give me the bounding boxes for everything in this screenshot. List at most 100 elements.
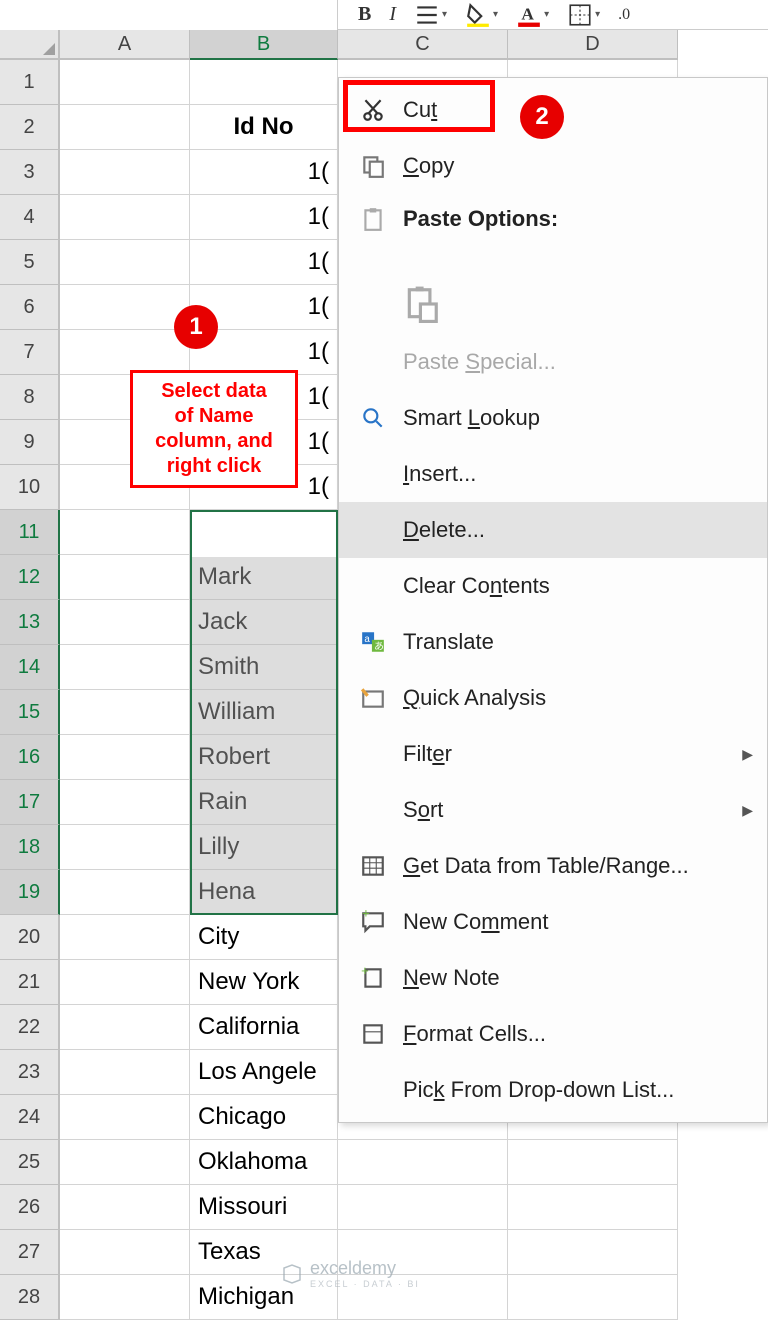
row-header-5[interactable]: 5 <box>0 240 60 285</box>
row-header-16[interactable]: 16 <box>0 735 60 780</box>
cell-A3[interactable] <box>60 150 190 195</box>
cell-B17[interactable]: Rain <box>190 780 338 825</box>
cell-A5[interactable] <box>60 240 190 285</box>
cell-A25[interactable] <box>60 1140 190 1185</box>
row-header-24[interactable]: 24 <box>0 1095 60 1140</box>
cell-B11[interactable]: Name <box>190 510 338 555</box>
row-header-25[interactable]: 25 <box>0 1140 60 1185</box>
cell-B14[interactable]: Smith <box>190 645 338 690</box>
cell-A18[interactable] <box>60 825 190 870</box>
decimals-button[interactable]: .0 <box>618 6 630 24</box>
row-header-6[interactable]: 6 <box>0 285 60 330</box>
cell-A7[interactable] <box>60 330 190 375</box>
menu-delete[interactable]: Delete... <box>339 502 767 558</box>
menu-quick-analysis[interactable]: Quick Analysis <box>339 670 767 726</box>
cell-A14[interactable] <box>60 645 190 690</box>
menu-insert[interactable]: Insert... <box>339 446 767 502</box>
column-header-D[interactable]: D <box>508 30 678 60</box>
menu-copy[interactable]: Copy <box>339 138 767 194</box>
menu-format-cells[interactable]: Format Cells... <box>339 1006 767 1062</box>
cell-B24[interactable]: Chicago <box>190 1095 338 1140</box>
cell-C25[interactable] <box>338 1140 508 1185</box>
menu-pick-from-list[interactable]: Pick From Drop-down List... <box>339 1062 767 1118</box>
cell-A19[interactable] <box>60 870 190 915</box>
row-header-10[interactable]: 10 <box>0 465 60 510</box>
cell-B5[interactable]: 1( <box>190 240 338 285</box>
cell-A26[interactable] <box>60 1185 190 1230</box>
cell-A2[interactable] <box>60 105 190 150</box>
fill-color-button[interactable]: ▾ <box>465 2 498 28</box>
bold-button[interactable]: B <box>358 3 371 26</box>
cell-D26[interactable] <box>508 1185 678 1230</box>
cell-B22[interactable]: California <box>190 1005 338 1050</box>
column-header-C[interactable]: C <box>338 30 508 60</box>
cell-A17[interactable] <box>60 780 190 825</box>
menu-get-data[interactable]: Get Data from Table/Range... <box>339 838 767 894</box>
row-header-14[interactable]: 14 <box>0 645 60 690</box>
row-header-28[interactable]: 28 <box>0 1275 60 1320</box>
cell-A24[interactable] <box>60 1095 190 1140</box>
cell-A22[interactable] <box>60 1005 190 1050</box>
select-all-corner[interactable] <box>0 30 60 60</box>
cell-A12[interactable] <box>60 555 190 600</box>
row-header-11[interactable]: 11 <box>0 510 60 555</box>
cell-A27[interactable] <box>60 1230 190 1275</box>
row-header-26[interactable]: 26 <box>0 1185 60 1230</box>
menu-new-note[interactable]: + New Note <box>339 950 767 1006</box>
menu-sort[interactable]: Sort ▶ <box>339 782 767 838</box>
cell-C26[interactable] <box>338 1185 508 1230</box>
row-header-20[interactable]: 20 <box>0 915 60 960</box>
row-header-9[interactable]: 9 <box>0 420 60 465</box>
cell-B23[interactable]: Los Angele <box>190 1050 338 1095</box>
cell-A20[interactable] <box>60 915 190 960</box>
row-header-15[interactable]: 15 <box>0 690 60 735</box>
menu-smart-lookup[interactable]: Smart Lookup <box>339 390 767 446</box>
cell-A15[interactable] <box>60 690 190 735</box>
cell-A21[interactable] <box>60 960 190 1005</box>
row-header-21[interactable]: 21 <box>0 960 60 1005</box>
cell-A23[interactable] <box>60 1050 190 1095</box>
align-button[interactable]: ▾ <box>414 2 447 28</box>
cell-B4[interactable]: 1( <box>190 195 338 240</box>
cell-B13[interactable]: Jack <box>190 600 338 645</box>
row-header-19[interactable]: 19 <box>0 870 60 915</box>
cell-B16[interactable]: Robert <box>190 735 338 780</box>
cell-A6[interactable] <box>60 285 190 330</box>
row-header-23[interactable]: 23 <box>0 1050 60 1095</box>
row-header-4[interactable]: 4 <box>0 195 60 240</box>
row-header-3[interactable]: 3 <box>0 150 60 195</box>
cell-B19[interactable]: Hena <box>190 870 338 915</box>
row-header-2[interactable]: 2 <box>0 105 60 150</box>
cell-A16[interactable] <box>60 735 190 780</box>
cell-A13[interactable] <box>60 600 190 645</box>
font-color-button[interactable]: A ▾ <box>516 2 549 28</box>
italic-button[interactable]: I <box>389 3 396 26</box>
column-header-A[interactable]: A <box>60 30 190 60</box>
cell-B2[interactable]: Id No <box>190 105 338 150</box>
cell-D25[interactable] <box>508 1140 678 1185</box>
cell-B1[interactable] <box>190 60 338 105</box>
row-header-17[interactable]: 17 <box>0 780 60 825</box>
cell-B15[interactable]: William <box>190 690 338 735</box>
cell-A1[interactable] <box>60 60 190 105</box>
cell-A4[interactable] <box>60 195 190 240</box>
cell-B3[interactable]: 1( <box>190 150 338 195</box>
row-header-13[interactable]: 13 <box>0 600 60 645</box>
cell-A28[interactable] <box>60 1275 190 1320</box>
cell-B21[interactable]: New York <box>190 960 338 1005</box>
menu-filter[interactable]: Filter ▶ <box>339 726 767 782</box>
cell-B26[interactable]: Missouri <box>190 1185 338 1230</box>
cell-D27[interactable] <box>508 1230 678 1275</box>
row-header-8[interactable]: 8 <box>0 375 60 420</box>
borders-button[interactable]: ▾ <box>567 2 600 28</box>
menu-translate[interactable]: aあ Translate <box>339 614 767 670</box>
paste-option-default[interactable] <box>339 274 767 334</box>
menu-clear-contents[interactable]: Clear Contents <box>339 558 767 614</box>
row-header-12[interactable]: 12 <box>0 555 60 600</box>
row-header-27[interactable]: 27 <box>0 1230 60 1275</box>
column-header-B[interactable]: B <box>190 30 338 60</box>
row-header-1[interactable]: 1 <box>0 60 60 105</box>
cell-B20[interactable]: City <box>190 915 338 960</box>
cell-B12[interactable]: Mark <box>190 555 338 600</box>
cell-A11[interactable] <box>60 510 190 555</box>
